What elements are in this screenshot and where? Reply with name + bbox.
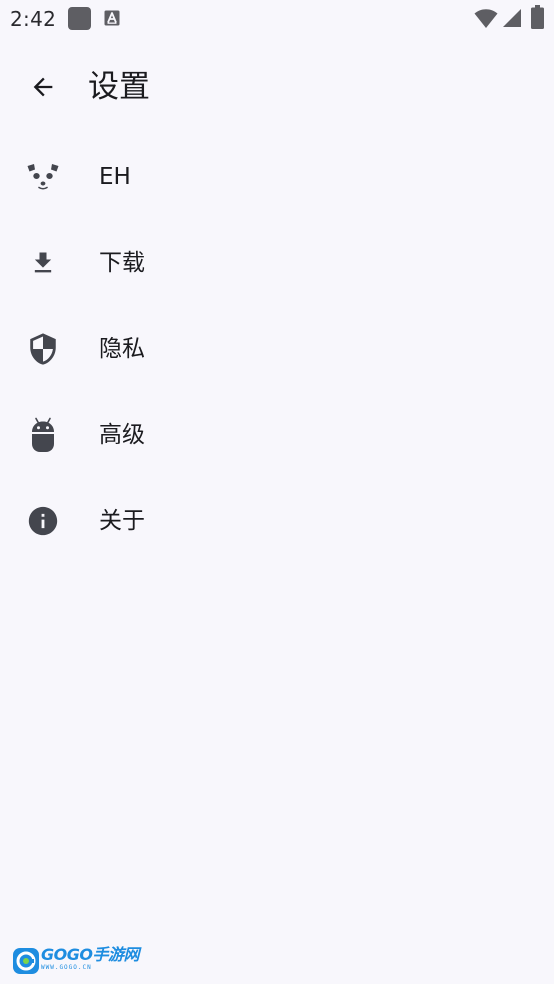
back-button[interactable] <box>20 64 66 110</box>
settings-item-privacy[interactable]: 隐私 <box>0 306 554 392</box>
settings-item-download[interactable]: 下载 <box>0 220 554 306</box>
arrow-back-icon <box>33 77 53 97</box>
wifi-icon <box>474 9 498 28</box>
watermark-brand: GOGO手游网 <box>41 945 139 964</box>
watermark-url: WWW.GOGO.CN <box>41 964 92 971</box>
status-bar: 2:42 <box>0 0 554 38</box>
info-icon <box>24 504 62 538</box>
signal-icon <box>503 9 521 27</box>
settings-item-label: EH <box>99 164 131 190</box>
settings-item-label: 隐私 <box>99 336 145 362</box>
gogo-logo-icon <box>13 948 39 974</box>
panda-icon <box>24 160 62 194</box>
settings-item-eh[interactable]: EH <box>0 134 554 220</box>
settings-item-about[interactable]: 关于 <box>0 478 554 564</box>
android-icon <box>24 417 62 452</box>
settings-list: EH 下载 隐私 高级 关于 <box>0 134 554 564</box>
shield-icon <box>24 332 62 366</box>
page-title: 设置 <box>88 69 150 105</box>
battery-icon <box>531 5 544 29</box>
a-notification-icon <box>104 10 120 26</box>
watermark-text: GOGO手游网 WWW.GOGO.CN <box>41 946 139 976</box>
settings-item-advanced[interactable]: 高级 <box>0 392 554 478</box>
download-icon <box>24 246 62 280</box>
settings-item-label: 关于 <box>99 508 145 534</box>
app-square-icon <box>68 7 91 30</box>
settings-item-label: 下载 <box>99 250 145 276</box>
status-time: 2:42 <box>10 7 57 31</box>
top-app-bar: 设置 <box>0 52 554 122</box>
watermark: GOGO手游网 WWW.GOGO.CN <box>12 946 139 976</box>
settings-item-label: 高级 <box>99 422 145 448</box>
